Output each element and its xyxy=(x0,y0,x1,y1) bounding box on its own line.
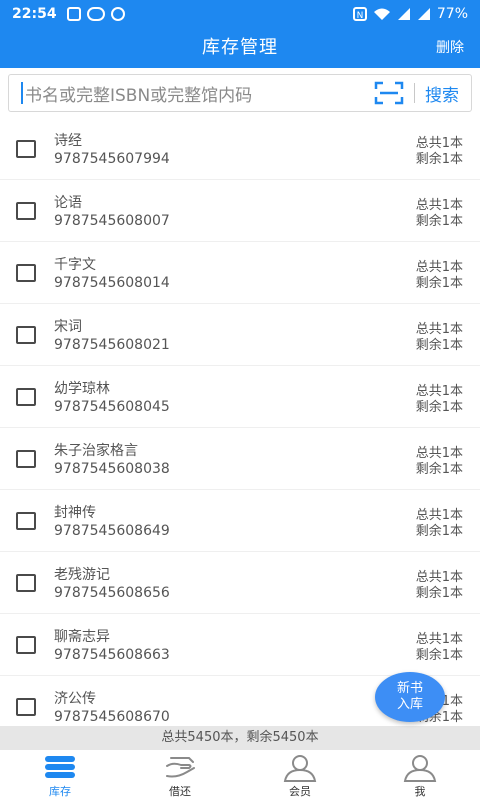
book-title: 封神传 xyxy=(54,505,96,521)
search-input[interactable]: 书名或完整ISBN或完整馆内码 xyxy=(25,81,374,106)
book-title: 聊斋志异 xyxy=(54,629,110,645)
battery-level: 77% xyxy=(436,6,468,22)
page-title: 库存管理 xyxy=(202,37,278,58)
tab-inventory[interactable]: 库存 xyxy=(0,750,120,800)
search-button[interactable]: 搜索 xyxy=(425,81,459,106)
book-remaining: 剩余1本 xyxy=(415,276,463,291)
book-remaining: 剩余1本 xyxy=(415,214,463,229)
book-title: 朱子治家格言 xyxy=(54,443,138,459)
checkbox[interactable] xyxy=(16,636,36,654)
tab-member[interactable]: 会员 xyxy=(240,750,360,800)
book-row[interactable]: 诗经 9787545607994 总共1本 剩余1本 xyxy=(0,118,480,180)
app-header: 库存管理 删除 xyxy=(0,28,480,68)
book-isbn: 9787545608038 xyxy=(54,461,170,477)
tab-label: 会员 xyxy=(289,785,311,798)
search-divider xyxy=(414,83,415,103)
signal-icon xyxy=(397,8,410,20)
text-cursor xyxy=(21,82,23,104)
member-icon xyxy=(283,755,317,782)
notification-app-icon xyxy=(66,7,81,21)
book-row[interactable]: 千字文 9787545608014 总共1本 剩余1本 xyxy=(0,242,480,304)
book-title: 老残游记 xyxy=(54,567,110,583)
status-bar: 22:54 N 77% xyxy=(0,0,480,28)
svg-text:N: N xyxy=(357,11,364,21)
checkbox[interactable] xyxy=(16,574,36,592)
scan-icon[interactable] xyxy=(374,81,404,105)
borrow-return-icon xyxy=(166,757,195,778)
book-remaining: 剩余1本 xyxy=(415,586,463,601)
tab-borrow-return[interactable]: 借还 xyxy=(120,750,240,800)
book-title: 宋词 xyxy=(54,319,82,335)
book-isbn: 9787545608014 xyxy=(54,275,170,291)
fab-label-line2: 入库 xyxy=(396,697,423,712)
tab-me[interactable]: 我 xyxy=(360,750,480,800)
book-title: 济公传 xyxy=(54,691,96,707)
book-isbn: 9787545608663 xyxy=(54,647,170,663)
book-row[interactable]: 宋词 9787545608021 总共1本 剩余1本 xyxy=(0,304,480,366)
checkbox[interactable] xyxy=(16,388,36,406)
checkbox[interactable] xyxy=(16,140,36,158)
book-isbn: 9787545608021 xyxy=(54,337,170,353)
wifi-icon xyxy=(373,8,390,20)
book-remaining: 剩余1本 xyxy=(415,648,463,663)
book-list: 诗经 9787545607994 总共1本 剩余1本 论语 9787545608… xyxy=(0,118,480,738)
tab-label: 我 xyxy=(414,785,426,798)
book-isbn: 9787545608656 xyxy=(54,585,170,601)
delete-button[interactable]: 删除 xyxy=(436,28,464,68)
book-isbn: 9787545607994 xyxy=(54,151,170,167)
notification-app-icon-2 xyxy=(86,7,105,21)
book-isbn: 9787545608649 xyxy=(54,523,170,539)
book-isbn: 9787545608045 xyxy=(54,399,170,415)
book-row[interactable]: 朱子治家格言 9787545608038 总共1本 剩余1本 xyxy=(0,428,480,490)
book-row[interactable]: 幼学琼林 9787545608045 总共1本 剩余1本 xyxy=(0,366,480,428)
book-row[interactable]: 论语 9787545608007 总共1本 剩余1本 xyxy=(0,180,480,242)
bottom-tab-bar: 库存 借还 会员 我 xyxy=(0,750,480,800)
book-row[interactable]: 聊斋志异 9787545608663 总共1本 剩余1本 xyxy=(0,614,480,676)
inventory-summary: 总共5450本，剩余5450本 xyxy=(0,726,480,750)
search-bar: 书名或完整ISBN或完整馆内码 搜索 xyxy=(8,74,472,112)
book-remaining: 剩余1本 xyxy=(415,524,463,539)
checkbox[interactable] xyxy=(16,326,36,344)
book-row[interactable]: 封神传 9787545608649 总共1本 剩余1本 xyxy=(0,490,480,552)
book-remaining: 剩余1本 xyxy=(415,400,463,415)
nfc-icon: N xyxy=(352,7,367,21)
fab-label-line1: 新书 xyxy=(396,681,423,696)
checkbox[interactable] xyxy=(16,512,36,530)
book-remaining: 剩余1本 xyxy=(415,338,463,353)
inventory-icon xyxy=(45,756,75,778)
signal-icon-2 xyxy=(417,8,430,20)
book-remaining: 剩余1本 xyxy=(415,462,463,477)
notification-app-icon-3 xyxy=(110,7,125,21)
book-title: 诗经 xyxy=(54,133,82,149)
book-row[interactable]: 老残游记 9787545608656 总共1本 剩余1本 xyxy=(0,552,480,614)
book-remaining: 剩余1本 xyxy=(415,152,463,167)
checkbox[interactable] xyxy=(16,202,36,220)
checkbox[interactable] xyxy=(16,698,36,716)
book-isbn: 9787545608007 xyxy=(54,213,170,229)
tab-label: 借还 xyxy=(169,785,191,798)
tab-label: 库存 xyxy=(49,785,71,798)
book-title: 幼学琼林 xyxy=(54,381,110,397)
checkbox[interactable] xyxy=(16,450,36,468)
book-title: 千字文 xyxy=(54,257,96,273)
status-time: 22:54 xyxy=(12,6,57,22)
book-title: 论语 xyxy=(54,195,82,211)
checkbox[interactable] xyxy=(16,264,36,282)
profile-icon xyxy=(403,755,437,782)
new-book-stock-in-button[interactable]: 新书 入库 xyxy=(375,672,445,722)
book-isbn: 9787545608670 xyxy=(54,709,170,725)
